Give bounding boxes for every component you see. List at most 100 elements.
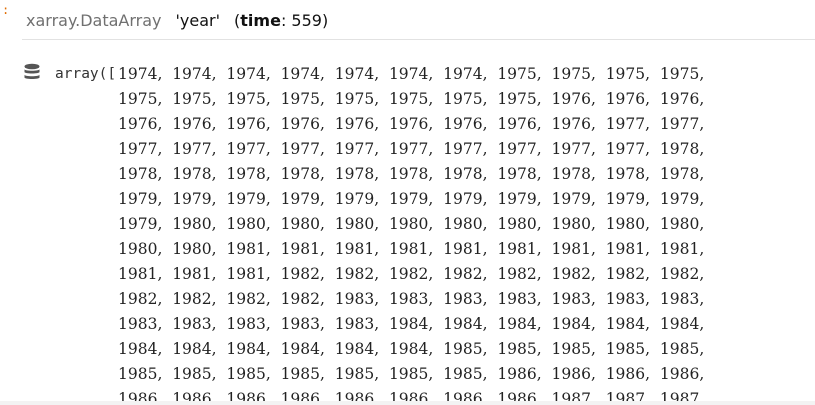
array-value: 1985, — [172, 364, 217, 383]
array-value: 1975, — [118, 89, 163, 108]
array-value: 1980, — [497, 214, 542, 233]
array-value: 1980, — [334, 214, 380, 233]
array-value: 1981, — [172, 264, 217, 283]
array-value: 1975, — [659, 64, 705, 83]
scroll-edge — [0, 401, 815, 405]
array-row-values: 1979, 1979, 1979, 1979, 1979, 1979, 1979, 1979,… — [118, 190, 714, 208]
array-value: 1985, — [443, 364, 488, 383]
array-value: 1977, — [226, 139, 271, 158]
array-value: 1980, — [551, 214, 596, 233]
array-value: 1978, — [334, 164, 380, 183]
dimensions-summary: (time: 559) — [234, 11, 328, 30]
cell-marker: : — [2, 3, 10, 17]
array-value: 1975, — [226, 89, 271, 108]
array-value: 1984, — [118, 339, 163, 358]
array-value: 1977, — [443, 139, 488, 158]
array-value: 1985, — [551, 339, 596, 358]
header-divider — [22, 39, 815, 40]
array-value: 1983, — [226, 314, 271, 333]
array-value: 1975, — [497, 89, 542, 108]
array-value: 1976, — [659, 89, 705, 108]
array-value: 1985, — [334, 364, 380, 383]
array-value: 1979, — [443, 189, 488, 208]
array-value: 1982, — [280, 264, 325, 283]
array-value: 1980, — [388, 214, 434, 233]
array-row-values: 1976, 1976, 1976, 1976, 1976, 1976, 1976, 1976,… — [118, 115, 714, 133]
database-icon[interactable] — [22, 62, 42, 82]
array-row-values: 1982, 1982, 1982, 1982, 1983, 1983, 1983, 1983,… — [118, 290, 714, 308]
array-row-values: 1983, 1983, 1983, 1983, 1983, 1984, 1984, 1984,… — [118, 315, 714, 333]
array-value: 1981, — [280, 239, 325, 258]
array-row-values: 1975, 1975, 1975, 1975, 1975, 1975, 1975, 1975,… — [118, 90, 714, 108]
array-line: 1985, 1985, 1985, 1985, 1985, 1985, 1985, 1986,… — [55, 361, 815, 386]
array-value: 1985, — [605, 339, 651, 358]
array-value: 1976, — [334, 114, 380, 133]
array-row-values: 1979, 1980, 1980, 1980, 1980, 1980, 1980, 1980,… — [118, 215, 714, 233]
array-value: 1984, — [551, 314, 596, 333]
array-value: 1985, — [118, 364, 163, 383]
array-value: 1984, — [605, 314, 651, 333]
array-value: 1982, — [388, 264, 434, 283]
array-line: 1975, 1975, 1975, 1975, 1975, 1975, 1975, 1975,… — [55, 86, 815, 111]
array-value: 1975, — [172, 89, 217, 108]
array-value: 1975, — [551, 64, 596, 83]
array-value: 1981, — [551, 239, 596, 258]
array-value: 1985, — [388, 364, 434, 383]
array-value: 1977, — [280, 139, 325, 158]
array-value: 1981, — [226, 239, 271, 258]
array-value: 1985, — [497, 339, 542, 358]
array-value: 1975, — [497, 64, 542, 83]
array-value: 1975, — [388, 89, 434, 108]
array-value: 1981, — [497, 239, 542, 258]
array-value: 1983, — [388, 289, 434, 308]
array-line: 1982, 1982, 1982, 1982, 1983, 1983, 1983, 1983,… — [55, 286, 815, 311]
array-value: 1979, — [118, 214, 163, 233]
array-value: 1976, — [443, 114, 488, 133]
array-value: 1977, — [118, 139, 163, 158]
array-line: 1978, 1978, 1978, 1978, 1978, 1978, 1978, 1978,… — [55, 161, 815, 186]
array-value: 1983, — [118, 314, 163, 333]
array-value: 1983, — [605, 289, 651, 308]
array-line: 1984, 1984, 1984, 1984, 1984, 1984, 1985, 1985,… — [55, 336, 815, 361]
array-name: 'year' — [175, 10, 221, 30]
array-value: 1981, — [118, 264, 163, 283]
array-value: 1983, — [172, 314, 217, 333]
array-value: 1974, — [226, 64, 271, 83]
array-value: 1977, — [659, 114, 705, 133]
array-value: 1976, — [388, 114, 434, 133]
array-value: 1975, — [334, 89, 380, 108]
array-value: 1974, — [118, 64, 163, 83]
array-line: 1979, 1980, 1980, 1980, 1980, 1980, 1980, 1980,… — [55, 211, 815, 236]
array-value: 1979, — [659, 189, 705, 208]
array-value: 1977, — [605, 114, 651, 133]
array-row-values: 1984, 1984, 1984, 1984, 1984, 1984, 1985, 1985,… — [118, 340, 714, 358]
array-line: array([1974, 1974, 1974, 1974, 1974, 1974, 197… — [55, 61, 815, 86]
array-value: 1983, — [551, 289, 596, 308]
dims-close-paren: ) — [321, 10, 329, 30]
array-row-values: 1974, 1974, 1974, 1974, 1974, 1974, 1974, 1975,… — [118, 65, 714, 83]
array-value: 1980, — [118, 239, 163, 258]
array-value: 1983, — [334, 314, 380, 333]
array-value: 1980, — [605, 214, 651, 233]
array-row-values: 1978, 1978, 1978, 1978, 1978, 1978, 1978, 1978,… — [118, 165, 714, 183]
array-value: 1974, — [172, 64, 217, 83]
array-value: 1982, — [172, 289, 217, 308]
array-value: 1976, — [605, 89, 651, 108]
dimension-separator: : — [280, 10, 292, 30]
array-value: 1984, — [497, 314, 542, 333]
array-value: 1980, — [172, 214, 217, 233]
array-value: 1974, — [388, 64, 434, 83]
array-value: 1983, — [443, 289, 488, 308]
array-value: 1982, — [118, 289, 163, 308]
array-value: 1980, — [280, 214, 325, 233]
array-value: 1982, — [334, 264, 380, 283]
array-prefix: array([ — [55, 65, 117, 82]
array-value: 1984, — [226, 339, 271, 358]
array-value: 1986, — [551, 364, 596, 383]
array-value: 1974, — [280, 64, 325, 83]
array-value: 1976, — [226, 114, 271, 133]
array-line: 1980, 1980, 1981, 1981, 1981, 1981, 1981, 1981,… — [55, 236, 815, 261]
array-value: 1978, — [659, 139, 705, 158]
array-value: 1978, — [443, 164, 488, 183]
array-value: 1985, — [659, 339, 705, 358]
